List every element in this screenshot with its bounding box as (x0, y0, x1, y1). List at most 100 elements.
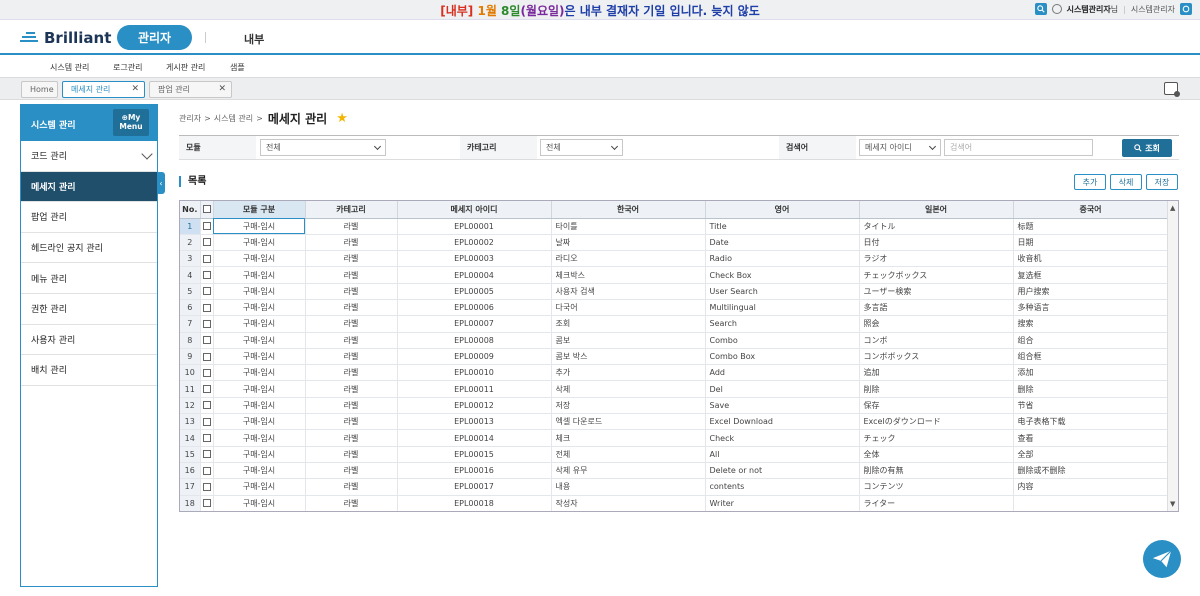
col-header-category[interactable]: 카테고리 (305, 201, 398, 219)
col-header-japanese[interactable]: 일본어 (859, 201, 1014, 219)
cell-chinese[interactable]: 日期 (1013, 234, 1169, 252)
row-checkbox[interactable] (202, 336, 211, 345)
cell-module[interactable]: 구매-임시 (213, 380, 306, 398)
menu-system[interactable]: 시스템 관리 (50, 62, 89, 73)
cell-korean[interactable]: 작성자 (551, 495, 706, 511)
row-checkbox[interactable] (202, 303, 211, 312)
cell-korean[interactable]: 라디오 (551, 250, 706, 268)
row-checkbox[interactable] (202, 254, 211, 263)
cell-category[interactable]: 라벨 (305, 299, 398, 317)
cell-check[interactable] (200, 413, 214, 431)
sidebar-item-menu[interactable]: 메뉴 관리 (21, 263, 157, 294)
sidebar-item-headline[interactable]: 헤드라인 공지 관리 (21, 233, 157, 264)
table-row[interactable]: 9 구매-임시 라벨 EPL00009 콤보 박스 Combo Box コンボボックス 组合框 (180, 348, 1169, 366)
cell-module[interactable]: 구매-임시 (213, 234, 306, 252)
cell-chinese[interactable]: 用户搜索 (1013, 283, 1169, 300)
cell-chinese[interactable]: 删除 (1013, 380, 1169, 398)
cell-chinese[interactable]: 收音机 (1013, 250, 1169, 268)
cell-message-id[interactable]: EPL00005 (397, 283, 552, 300)
cell-english[interactable]: User Search (705, 283, 860, 300)
cell-chinese[interactable]: 节省 (1013, 397, 1169, 415)
cell-english[interactable]: Excel Download (705, 413, 860, 431)
cell-korean[interactable]: 다국어 (551, 299, 706, 317)
search-icon[interactable] (1034, 3, 1047, 15)
add-button[interactable]: 추가 (1074, 174, 1106, 190)
cell-chinese[interactable]: 删除或不删除 (1013, 462, 1169, 480)
grid-scrollbar[interactable]: ▲ ▼ (1167, 201, 1178, 511)
cell-check[interactable] (200, 478, 214, 496)
cell-japanese[interactable]: コンボボックス (859, 348, 1014, 366)
cell-japanese[interactable]: 日付 (859, 234, 1014, 252)
cell-category[interactable]: 라벨 (305, 478, 398, 496)
cell-check[interactable] (200, 397, 214, 415)
table-row[interactable]: 16 구매-임시 라벨 EPL00016 삭제 유무 Delete or not 削除の有無… (180, 462, 1169, 480)
cell-category[interactable]: 라벨 (305, 283, 398, 300)
cell-check[interactable] (200, 446, 214, 463)
cell-japanese[interactable]: Excelのダウンロード (859, 413, 1014, 431)
cell-japanese[interactable]: 多言語 (859, 299, 1014, 317)
cell-message-id[interactable]: EPL00006 (397, 299, 552, 317)
cell-english[interactable]: Save (705, 397, 860, 415)
cell-message-id[interactable]: EPL00009 (397, 348, 552, 366)
cell-check[interactable] (200, 462, 214, 480)
cell-chinese[interactable]: 查看 (1013, 429, 1169, 447)
cell-module[interactable]: 구매-임시 (213, 348, 306, 366)
cell-message-id[interactable]: EPL00013 (397, 413, 552, 431)
cell-check[interactable] (200, 332, 214, 349)
chevron-down-icon[interactable]: ▼ (1170, 500, 1175, 508)
cell-english[interactable]: Date (705, 234, 860, 252)
row-checkbox[interactable] (202, 466, 211, 475)
cell-message-id[interactable]: EPL00016 (397, 462, 552, 480)
cell-category[interactable]: 라벨 (305, 218, 398, 235)
cell-chinese[interactable]: 电子表格下载 (1013, 413, 1169, 431)
cell-english[interactable]: Multilingual (705, 299, 860, 317)
cell-category[interactable]: 라벨 (305, 429, 398, 447)
table-row[interactable]: 7 구매-임시 라벨 EPL00007 조회 Search 照会 搜索 (180, 315, 1169, 333)
cell-korean[interactable]: 엑셀 다운로드 (551, 413, 706, 431)
table-row[interactable]: 15 구매-임시 라벨 EPL00015 전체 All 全体 全部 (180, 446, 1169, 463)
col-header-module[interactable]: 모듈 구분 (213, 201, 306, 219)
cell-chinese[interactable]: 组合 (1013, 332, 1169, 349)
table-row[interactable]: 1 구매-임시 라벨 EPL00001 타이틀 Title タイトル 标题 (180, 218, 1169, 235)
cell-check[interactable] (200, 266, 214, 284)
cell-check[interactable] (200, 250, 214, 268)
cell-check[interactable] (200, 218, 214, 235)
cell-korean[interactable]: 내용 (551, 478, 706, 496)
tab-internal[interactable]: 내부 (244, 31, 264, 47)
cell-english[interactable]: Combo Box (705, 348, 860, 366)
breadcrumb-level2[interactable]: 시스템 관리 (214, 113, 253, 124)
cell-japanese[interactable]: 全体 (859, 446, 1014, 463)
cell-english[interactable]: Title (705, 218, 860, 235)
sidebar-item-batch[interactable]: 배치 관리 (21, 355, 157, 386)
cell-japanese[interactable]: チェック (859, 429, 1014, 447)
table-row[interactable]: 12 구매-임시 라벨 EPL00012 저장 Save 保存 节省 (180, 397, 1169, 415)
row-checkbox[interactable] (202, 417, 211, 426)
cell-module[interactable]: 구매-임시 (213, 495, 306, 511)
cell-message-id[interactable]: EPL00014 (397, 429, 552, 447)
cell-korean[interactable]: 삭제 유무 (551, 462, 706, 480)
send-button[interactable] (1143, 540, 1181, 578)
row-checkbox[interactable] (202, 434, 211, 442)
tab-settings-icon[interactable] (1164, 82, 1180, 97)
cell-category[interactable]: 라벨 (305, 364, 398, 382)
cell-japanese[interactable]: タイトル (859, 218, 1014, 235)
cell-message-id[interactable]: EPL00003 (397, 250, 552, 268)
cell-check[interactable] (200, 299, 214, 317)
cell-japanese[interactable]: ラジオ (859, 250, 1014, 268)
row-checkbox[interactable] (202, 319, 211, 328)
cell-english[interactable]: Check (705, 429, 860, 447)
table-row[interactable]: 18 구매-임시 라벨 EPL00018 작성자 Writer ライター (180, 495, 1169, 511)
cell-korean[interactable]: 콤보 박스 (551, 348, 706, 366)
cell-japanese[interactable]: 照会 (859, 315, 1014, 333)
cell-category[interactable]: 라벨 (305, 332, 398, 349)
cell-module[interactable]: 구매-임시 (213, 478, 306, 496)
module-select[interactable]: 전체 (260, 139, 386, 156)
breadcrumb-level1[interactable]: 관리자 (179, 113, 201, 124)
close-icon[interactable]: ✕ (218, 84, 226, 94)
row-checkbox[interactable] (202, 450, 211, 459)
sidebar-item-code[interactable]: 코드 관리 (21, 141, 157, 172)
chevron-down-icon[interactable] (141, 148, 153, 160)
refresh-icon[interactable] (1180, 3, 1192, 15)
cell-english[interactable]: Add (705, 364, 860, 382)
table-row[interactable]: 11 구매-임시 라벨 EPL00011 삭제 Del 削除 删除 (180, 380, 1169, 398)
